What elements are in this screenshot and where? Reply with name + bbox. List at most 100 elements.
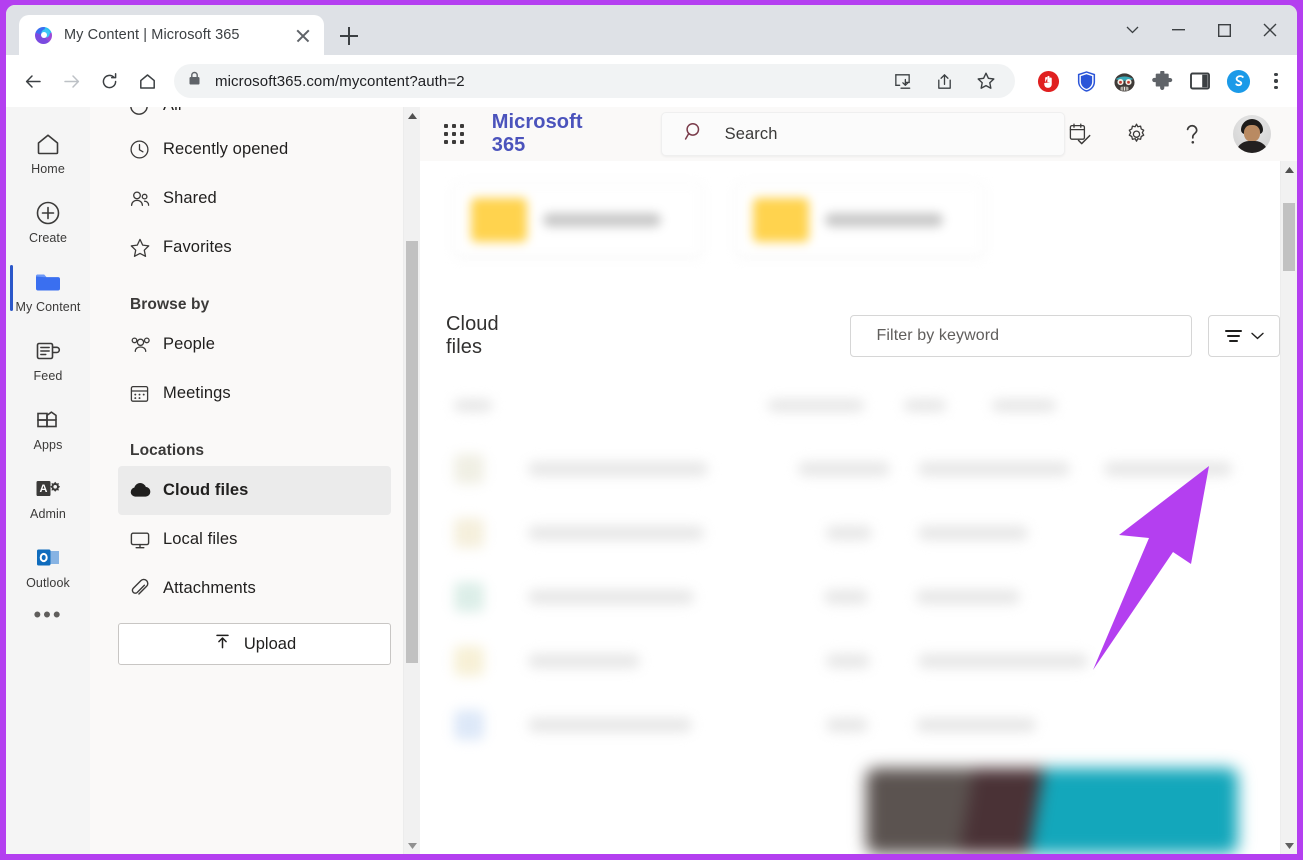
sidebar-item-shared[interactable]: Shared <box>118 174 391 223</box>
sidebar-item-all-cutoff[interactable]: All <box>90 107 403 125</box>
install-app-icon[interactable] <box>889 68 915 94</box>
folder-card[interactable] <box>736 183 984 257</box>
table-row[interactable] <box>454 565 1280 629</box>
scroll-up-arrow-icon[interactable] <box>1281 161 1297 178</box>
rail-item-outlook[interactable]: Outlook <box>9 535 87 596</box>
outlook-icon <box>34 544 62 572</box>
maximize-button[interactable] <box>1201 13 1247 47</box>
rail-item-my-content[interactable]: My Content <box>9 259 87 320</box>
kebab-menu-icon[interactable] <box>1263 68 1289 94</box>
star-icon <box>129 237 157 259</box>
table-row[interactable] <box>454 437 1280 501</box>
privacy-badger-icon[interactable] <box>1111 68 1137 94</box>
sidebar-item-local-files[interactable]: Local files <box>118 515 391 564</box>
new-tab-button[interactable] <box>334 21 364 51</box>
upload-button[interactable]: Upload <box>118 623 391 665</box>
sidebar-item-label: Meetings <box>163 384 231 402</box>
sidebar-group-browse-by: Browse by <box>130 296 210 313</box>
close-tab-icon[interactable] <box>292 24 314 46</box>
folder-card-name <box>543 213 661 227</box>
table-header-row <box>454 391 1280 419</box>
rail-item-apps[interactable]: Apps <box>9 397 87 458</box>
sidebar-item-recently-opened[interactable]: Recently opened <box>118 125 391 174</box>
header-actions <box>1065 115 1297 153</box>
app-launcher-icon[interactable] <box>438 124 470 144</box>
lock-icon <box>188 71 201 91</box>
table-row[interactable] <box>454 501 1280 565</box>
left-nav-panel: All Recently opened Shared <box>90 107 420 854</box>
split-screen-icon[interactable] <box>1187 68 1213 94</box>
close-window-button[interactable] <box>1247 13 1293 47</box>
folder-yellow-icon <box>471 198 527 242</box>
sidebar-item-cloud-files[interactable]: Cloud files <box>118 466 391 515</box>
gear-icon[interactable] <box>1121 119 1151 149</box>
help-icon[interactable] <box>1177 119 1207 149</box>
web-page: Home Create My Content Feed Apps A Admin… <box>6 107 1297 854</box>
filter-placeholder: Filter by keyword <box>876 327 1000 344</box>
rail-more-button[interactable]: ••• <box>33 604 62 626</box>
scroll-down-arrow-icon[interactable] <box>1281 837 1297 854</box>
sider-hexagon-icon[interactable] <box>1225 68 1251 94</box>
forward-arrow-icon[interactable] <box>54 64 88 98</box>
share-icon[interactable] <box>931 68 957 94</box>
app-rail: Home Create My Content Feed Apps A Admin… <box>6 107 90 854</box>
search-input[interactable]: Search <box>660 112 1065 156</box>
my-day-icon[interactable] <box>1065 119 1095 149</box>
paperclip-icon <box>129 578 157 599</box>
rail-item-feed[interactable]: Feed <box>9 328 87 389</box>
tab-search-chevron-icon[interactable] <box>1109 13 1155 47</box>
user-avatar[interactable] <box>1233 115 1271 153</box>
sidebar-item-favorites[interactable]: Favorites <box>118 223 391 272</box>
monitor-icon <box>129 530 157 550</box>
rail-label: Admin <box>30 507 66 521</box>
reload-icon[interactable] <box>92 64 126 98</box>
sidebar-scrollbar[interactable] <box>403 107 420 854</box>
sidebar-item-meetings[interactable]: Meetings <box>118 369 391 418</box>
feed-icon <box>35 337 62 365</box>
address-bar[interactable]: microsoft365.com/mycontent?auth=2 <box>174 64 1015 98</box>
filter-sort-button[interactable] <box>1208 315 1280 357</box>
sidebar-item-label: Attachments <box>163 579 256 597</box>
rail-item-admin[interactable]: A Admin <box>9 466 87 527</box>
sidebar-item-people[interactable]: People <box>118 320 391 369</box>
folder-card-row <box>420 161 1280 257</box>
adblock-icon[interactable] <box>1035 68 1061 94</box>
table-row[interactable] <box>454 693 1280 757</box>
clock-icon <box>129 139 157 160</box>
svg-text:A: A <box>40 483 48 495</box>
folder-yellow-icon <box>753 198 809 242</box>
rail-label: My Content <box>15 300 81 314</box>
folder-card-name <box>825 213 943 227</box>
main-scrollbar[interactable] <box>1280 161 1297 854</box>
sidebar-group-locations: Locations <box>130 442 205 459</box>
main-content: Cloud files Filter by keyword <box>420 161 1297 854</box>
search-icon <box>684 121 705 147</box>
folder-card[interactable] <box>454 183 702 257</box>
browser-toolbar: microsoft365.com/mycontent?auth=2 <box>6 55 1297 107</box>
rail-item-create[interactable]: Create <box>9 190 87 251</box>
filter-by-keyword-input[interactable]: Filter by keyword <box>849 315 1193 357</box>
bookmark-star-icon[interactable] <box>973 68 999 94</box>
rail-item-home[interactable]: Home <box>9 121 87 182</box>
upload-button-label: Upload <box>243 634 297 653</box>
rail-label: Apps <box>33 438 63 452</box>
sidebar-item-label: Favorites <box>163 238 232 256</box>
back-arrow-icon[interactable] <box>16 64 50 98</box>
sidebar-item-attachments[interactable]: Attachments <box>118 564 391 613</box>
shield-icon[interactable] <box>1073 68 1099 94</box>
main-scroll-thumb[interactable] <box>1283 203 1295 271</box>
browser-window-frame: My Content | Microsoft 365 microsoft365.… <box>0 0 1303 860</box>
home-icon[interactable] <box>130 64 164 98</box>
browser-tab[interactable]: My Content | Microsoft 365 <box>19 15 324 55</box>
scroll-down-arrow-icon[interactable] <box>404 837 420 854</box>
scroll-up-arrow-icon[interactable] <box>404 107 420 124</box>
puzzle-extensions-icon[interactable] <box>1149 68 1175 94</box>
chevron-down-icon <box>1250 327 1264 345</box>
sidebar-scroll-thumb[interactable] <box>406 241 418 663</box>
all-files-icon <box>129 107 157 116</box>
minimize-button[interactable] <box>1155 13 1201 47</box>
sidebar-item-label: Shared <box>163 189 217 207</box>
left-nav-scroll-area: All Recently opened Shared <box>90 107 403 854</box>
filter-lines-icon <box>1224 329 1242 343</box>
table-row[interactable] <box>454 629 1280 693</box>
